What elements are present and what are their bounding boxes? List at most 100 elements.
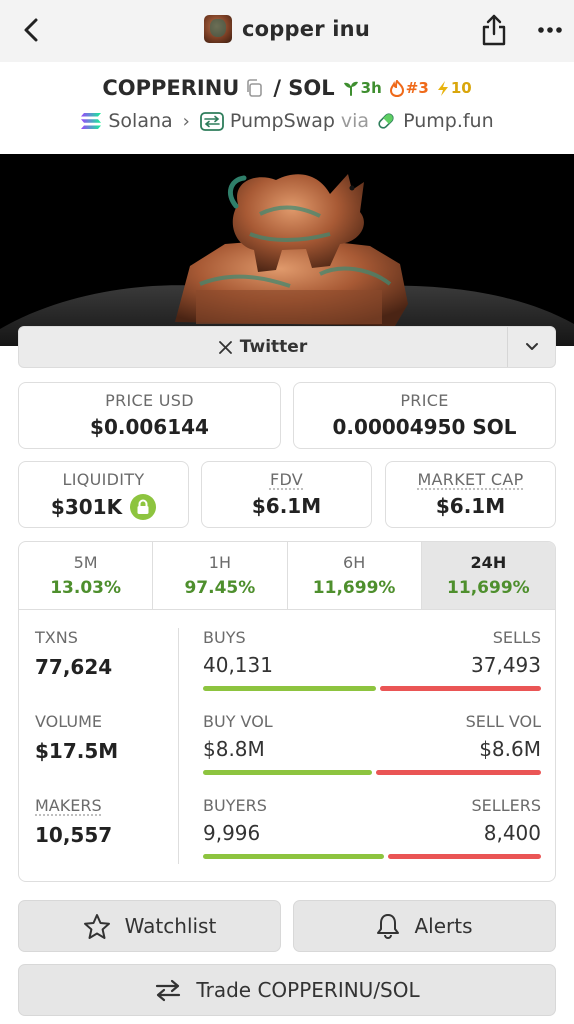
price-native-value: 0.00004950 SOL <box>332 415 517 439</box>
txns-value: 77,624 <box>35 655 113 679</box>
boost-value: 10 <box>450 79 472 97</box>
lightning-icon <box>437 80 448 96</box>
market-cap-card: MARKET CAP $6.1M <box>385 461 556 528</box>
swap-arrows-icon <box>156 979 181 1002</box>
buy-vol-label: BUY VOL <box>203 712 273 731</box>
tab-5m[interactable]: 5M 13.03% <box>19 542 154 609</box>
lock-icon[interactable] <box>130 494 157 520</box>
txns-label: TXNS <box>35 628 78 647</box>
socials-expand-button[interactable] <box>507 327 555 367</box>
fdv-label[interactable]: FDV <box>202 470 371 489</box>
makers-label[interactable]: MAKERS <box>35 796 175 815</box>
sell-share-bar <box>376 770 541 775</box>
pair-age-value: 3h <box>360 79 382 97</box>
buyers-label: BUYERS <box>203 796 267 815</box>
price-native-card: PRICE 0.00004950 SOL <box>293 382 556 449</box>
chain-name-link[interactable]: Solana <box>108 110 172 132</box>
buy-share-bar <box>203 770 372 775</box>
tab-label: 6H <box>343 553 366 572</box>
liquidity-value: $301K <box>50 495 123 519</box>
trading-stats-panel: 5M 13.03% 1H 97.45% 6H 11,699% 24H 11,69… <box>18 541 556 882</box>
volume-stat: VOLUME $17.5M <box>35 712 175 796</box>
tab-label: 24H <box>470 553 507 572</box>
sell-share-bar <box>380 686 541 691</box>
share-icon[interactable] <box>480 14 508 46</box>
social-links-bar: Twitter <box>18 326 556 368</box>
copy-icon[interactable] <box>245 79 263 97</box>
token-avatar <box>204 15 233 43</box>
buys-label: BUYS <box>203 628 246 647</box>
seedling-icon <box>343 81 358 96</box>
launchpad-name-link[interactable]: Pump.fun <box>403 110 494 132</box>
pumpswap-icon <box>199 112 224 131</box>
tab-label: 1H <box>208 553 231 572</box>
star-icon <box>83 913 110 939</box>
tab-1h[interactable]: 1H 97.45% <box>153 542 288 609</box>
solana-icon <box>81 113 102 129</box>
tab-24h[interactable]: 24H 11,699% <box>421 542 555 609</box>
txns-stat: TXNS 77,624 <box>35 628 175 712</box>
trade-label: Trade COPPERINU/SOL <box>196 978 420 1002</box>
flame-icon <box>389 79 404 97</box>
price-usd-label: PRICE USD <box>105 391 194 410</box>
pair-header: COPPERINU / SOL 3h #3 10 <box>0 76 574 100</box>
price-usd-value: $0.006144 <box>90 415 209 439</box>
buy-share-bar <box>203 854 384 859</box>
volume-split-stat: BUY VOL SELL VOL $8.8M $8.6M <box>203 712 541 796</box>
quote-symbol: / SOL <box>273 76 335 100</box>
makers-ratio-bar <box>203 854 541 859</box>
sell-share-bar <box>388 854 541 859</box>
liquidity-label: LIQUIDITY <box>62 470 145 489</box>
more-horizontal-icon[interactable] <box>536 18 564 42</box>
tab-change: 11,699% <box>312 578 396 598</box>
trending-rank-value: #3 <box>405 79 429 97</box>
sells-value: 37,493 <box>471 653 541 677</box>
alerts-button[interactable]: Alerts <box>293 900 556 952</box>
price-native-label: PRICE <box>400 391 449 410</box>
watchlist-button[interactable]: Watchlist <box>18 900 281 952</box>
base-symbol: COPPERINU <box>102 76 240 100</box>
pill-icon <box>378 113 394 129</box>
via-text: via <box>340 110 370 132</box>
tab-change: 11,699% <box>447 578 530 598</box>
twitter-button[interactable]: Twitter <box>19 327 507 367</box>
makers-stat: MAKERS 10,557 <box>35 796 175 880</box>
column-divider <box>178 628 179 864</box>
makers-split-stat: BUYERS SELLERS 9,996 8,400 <box>203 796 541 880</box>
sellers-value: 8,400 <box>483 821 541 845</box>
twitter-label: Twitter <box>239 337 308 357</box>
sell-vol-value: $8.6M <box>479 737 541 761</box>
buy-vol-value: $8.8M <box>203 737 265 761</box>
buys-sells-stat: BUYS SELLS 40,131 37,493 <box>203 628 541 712</box>
pair-age-badge: 3h <box>343 79 382 97</box>
buys-sells-ratio-bar <box>203 686 541 691</box>
tab-change: 97.45% <box>184 578 256 598</box>
market-cap-label[interactable]: MARKET CAP <box>386 470 555 489</box>
tab-change: 13.03% <box>50 578 122 598</box>
makers-value: 10,557 <box>35 823 113 847</box>
trade-button[interactable]: Trade COPPERINU/SOL <box>18 964 556 1016</box>
volume-ratio-bar <box>203 770 541 775</box>
tab-6h[interactable]: 6H 11,699% <box>288 542 422 609</box>
copper-dog-statue-image <box>0 154 574 346</box>
token-name: copper inu <box>242 17 370 41</box>
token-banner-image <box>0 154 574 346</box>
buy-share-bar <box>203 686 376 691</box>
tab-label: 5M <box>73 553 98 572</box>
alerts-label: Alerts <box>414 914 473 938</box>
boost-badge: 10 <box>437 79 472 97</box>
buyers-value: 9,996 <box>203 821 261 845</box>
dex-name-link[interactable]: PumpSwap <box>230 110 335 132</box>
chevron-right-icon: › <box>182 110 190 132</box>
market-cap-value: $6.1M <box>435 494 506 518</box>
timeframe-tabs: 5M 13.03% 1H 97.45% 6H 11,699% 24H 11,69… <box>19 542 555 610</box>
fdv-card: FDV $6.1M <box>201 461 372 528</box>
top-nav-bar: copper inu <box>0 0 574 62</box>
volume-label: VOLUME <box>35 712 102 731</box>
price-usd-card: PRICE USD $0.006144 <box>18 382 281 449</box>
liquidity-card: LIQUIDITY $301K <box>18 461 189 528</box>
sells-label: SELLS <box>492 628 541 647</box>
padlock-icon <box>137 499 149 514</box>
sell-vol-label: SELL VOL <box>465 712 541 731</box>
trending-rank-badge: #3 <box>389 79 429 97</box>
